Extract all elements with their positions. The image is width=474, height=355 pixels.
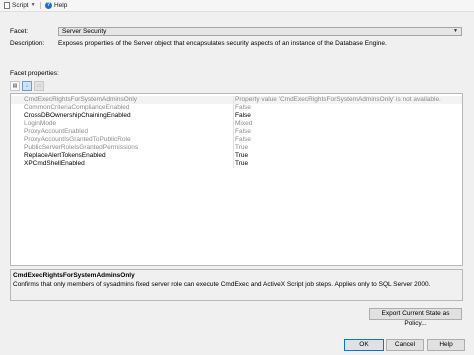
property-value: False xyxy=(235,136,251,143)
properties-grid: CmdExecRightsForSystemAdminsOnly Propert… xyxy=(10,93,463,266)
property-description-text: Confirms that only members of sysadmins … xyxy=(13,281,431,288)
column-divider xyxy=(233,104,234,112)
script-icon xyxy=(4,2,10,9)
help-button[interactable]: ? Help xyxy=(45,1,67,10)
facet-label: Facet: xyxy=(10,28,29,35)
property-row[interactable]: XPCmdShellEnabled True xyxy=(11,160,462,168)
chevron-down-icon: ▼ xyxy=(30,2,36,8)
categorized-sort-icon[interactable]: ▤ xyxy=(10,81,20,91)
help-label: Help xyxy=(54,2,68,9)
property-row[interactable]: ProxyAccountIsGrantedToPublicRole False xyxy=(11,136,462,144)
property-value: True xyxy=(235,160,249,167)
column-divider xyxy=(233,136,234,144)
grid-toolbar: ▤ ↓ ▭ xyxy=(10,81,44,92)
property-value: True xyxy=(235,144,249,151)
property-name: ProxyAccountIsGrantedToPublicRole xyxy=(24,136,131,143)
property-pages-icon[interactable]: ▭ xyxy=(34,81,44,91)
property-value: Mixed xyxy=(235,120,253,127)
property-row[interactable]: CrossDBOwnershipChainingEnabled False xyxy=(11,112,462,120)
export-policy-button[interactable]: Export Current State as Policy... xyxy=(369,308,462,327)
property-name: CrossDBOwnershipChainingEnabled xyxy=(24,112,131,119)
property-name: ReplaceAlertTokensEnabled xyxy=(24,152,106,159)
property-name: CommonCriteriaComplianceEnabled xyxy=(24,104,130,111)
column-divider xyxy=(233,120,234,128)
property-description-panel: CmdExecRightsForSystemAdminsOnly Confirm… xyxy=(10,269,463,301)
description-label: Description: xyxy=(10,40,45,47)
property-row[interactable]: ProxyAccountEnabled False xyxy=(11,128,462,136)
column-divider xyxy=(233,96,234,104)
ok-button[interactable]: OK xyxy=(344,339,384,351)
facet-select[interactable]: Server Security ▼ xyxy=(58,27,462,36)
facet-properties-label: Facet properties: xyxy=(10,70,59,77)
column-divider xyxy=(233,160,234,168)
property-value: False xyxy=(235,128,251,135)
property-name: CmdExecRightsForSystemAdminsOnly xyxy=(24,96,138,103)
property-value: False xyxy=(235,112,251,119)
property-value: True xyxy=(235,152,249,159)
facet-selected-value: Server Security xyxy=(62,28,107,35)
property-row[interactable]: LoginMode Mixed xyxy=(11,120,462,128)
property-value: False xyxy=(235,104,251,111)
cancel-button[interactable]: Cancel xyxy=(386,339,424,351)
property-value: Property value 'CmdExecRightsForSystemAd… xyxy=(235,96,441,103)
facet-description: Exposes properties of the Server object … xyxy=(58,40,387,47)
property-name: LoginMode xyxy=(24,120,57,127)
help-icon: ? xyxy=(45,2,52,9)
column-divider xyxy=(233,144,234,152)
script-label: Script xyxy=(12,2,29,9)
property-name: XPCmdShellEnabled xyxy=(24,160,85,167)
alphabetical-sort-icon[interactable]: ↓ xyxy=(22,81,32,91)
column-divider xyxy=(233,152,234,160)
property-row[interactable]: PublicServerRoleIsGrantedPermissions Tru… xyxy=(11,144,462,152)
property-name: PublicServerRoleIsGrantedPermissions xyxy=(24,144,139,151)
toolbar: Script ▼ ? Help xyxy=(0,0,474,12)
help-dialog-button[interactable]: Help xyxy=(427,339,465,351)
property-description-title: CmdExecRightsForSystemAdminsOnly xyxy=(13,272,135,279)
column-divider xyxy=(233,112,234,120)
property-name: ProxyAccountEnabled xyxy=(24,128,88,135)
column-divider xyxy=(233,128,234,136)
toolbar-separator xyxy=(40,2,41,9)
chevron-down-icon: ▼ xyxy=(453,28,458,34)
property-row[interactable]: CmdExecRightsForSystemAdminsOnly Propert… xyxy=(11,96,462,104)
property-row[interactable]: CommonCriteriaComplianceEnabled False xyxy=(11,104,462,112)
script-button[interactable]: Script ▼ xyxy=(4,1,36,10)
property-row[interactable]: ReplaceAlertTokensEnabled True xyxy=(11,152,462,160)
